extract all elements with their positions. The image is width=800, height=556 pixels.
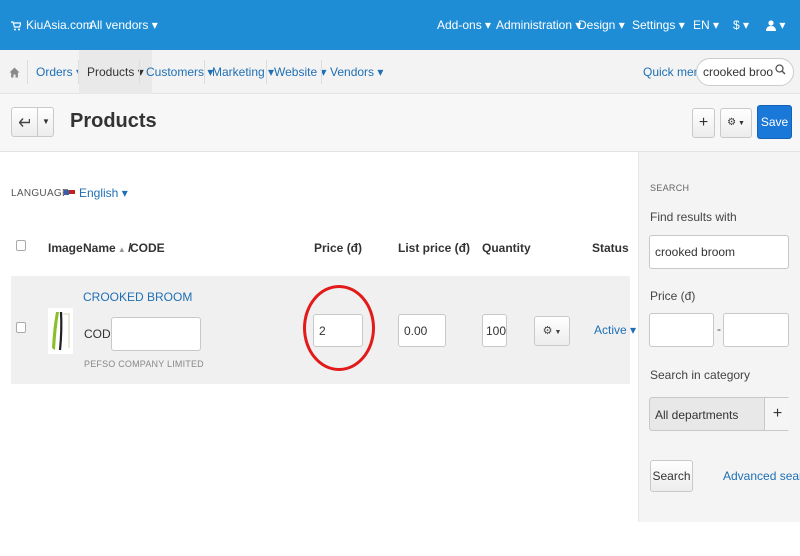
status-dropdown[interactable]: Active ▾ — [594, 323, 636, 337]
category-label: Search in category — [650, 368, 751, 382]
menu-addons[interactable]: Add-ons ▾ — [437, 0, 491, 50]
search-button[interactable]: Search — [650, 460, 693, 492]
category-value: All departments — [655, 408, 739, 422]
gear-icon: ⚙ — [727, 117, 737, 128]
col-list-price[interactable]: List price (đ) — [398, 241, 470, 255]
chevron-down-icon: ▼ — [736, 120, 745, 127]
back-arrow-icon — [18, 118, 31, 128]
col-quantity[interactable]: Quantity — [482, 241, 531, 255]
find-results-label: Find results with — [650, 210, 737, 224]
col-price[interactable]: Price (đ) — [314, 241, 362, 255]
product-thumbnail[interactable] — [48, 308, 73, 354]
cart-icon — [11, 0, 22, 50]
plus-icon: + — [698, 114, 709, 131]
page-title: Products — [70, 110, 157, 132]
col-image: Image — [48, 241, 83, 255]
price-from-input[interactable] — [649, 313, 714, 347]
nav-products[interactable]: Products ▾ — [79, 50, 152, 94]
nav-vendors[interactable]: Vendors ▾ — [330, 50, 383, 94]
price-range-separator: - — [717, 322, 721, 336]
language-label: LANGUAGE: — [11, 188, 73, 199]
advanced-search-link[interactable]: Advanced search — [723, 469, 800, 483]
language-selector[interactable]: English ▾ — [64, 186, 128, 200]
search-icon[interactable] — [775, 64, 786, 78]
back-button-group: ▼ — [11, 107, 54, 137]
nav-divider — [204, 60, 205, 84]
category-select[interactable]: All departments + — [649, 397, 790, 431]
quick-search — [696, 58, 794, 86]
row-actions-button[interactable]: ⚙ ▼ — [534, 316, 570, 346]
add-product-button[interactable]: + — [692, 108, 715, 138]
price-range-label: Price (đ) — [650, 289, 696, 303]
col-status[interactable]: Status — [592, 241, 629, 255]
row-checkbox[interactable] — [16, 322, 26, 333]
back-dropdown-caret[interactable]: ▼ — [38, 108, 54, 136]
user-menu-caret: ▾ — [779, 18, 786, 32]
vendor-name: PEFSO COMPANY LIMITED — [84, 359, 204, 369]
gear-icon: ⚙ — [542, 325, 553, 337]
menu-currency[interactable]: $ ▾ — [733, 0, 749, 50]
product-code-input[interactable] — [111, 317, 201, 351]
menu-design[interactable]: Design ▾ — [578, 0, 625, 50]
us-flag-icon — [64, 189, 75, 198]
sort-icon: ▲ — [115, 245, 129, 254]
settings-dropdown-button[interactable]: ⚙ ▼ — [720, 108, 752, 138]
col-name[interactable]: Name ▲ / — [83, 241, 131, 255]
plus-icon: + — [772, 405, 783, 422]
user-menu[interactable]: ▾ — [766, 0, 785, 50]
top-bar: KiuAsia.com All vendors ▾ Add-ons ▾ Admi… — [0, 0, 800, 50]
menu-administration[interactable]: Administration ▾ — [496, 0, 581, 50]
select-all-checkbox[interactable] — [16, 240, 26, 251]
chevron-down-icon: ▼ — [552, 329, 562, 336]
list-price-input[interactable] — [398, 314, 446, 347]
col-name-label: Name — [83, 241, 116, 255]
main-nav: Orders ▾ Products ▾ Customers ▾ Marketin… — [0, 50, 800, 94]
nav-marketing[interactable]: Marketing ▾ — [212, 50, 274, 94]
nav-divider — [27, 60, 28, 84]
nav-orders[interactable]: Orders ▾ — [36, 50, 82, 94]
add-category-button[interactable]: + — [764, 398, 790, 430]
price-to-input[interactable] — [723, 313, 789, 347]
highlight-circle — [303, 285, 375, 371]
product-name-link[interactable]: CROOKED BROOM — [83, 290, 192, 304]
nav-divider — [266, 60, 267, 84]
quick-search-input[interactable] — [703, 64, 773, 80]
col-code[interactable]: CODE — [130, 241, 165, 255]
language-value: English ▾ — [79, 186, 128, 200]
find-results-input[interactable] — [649, 235, 789, 269]
menu-settings[interactable]: Settings ▾ — [632, 0, 685, 50]
back-button[interactable] — [12, 108, 38, 136]
save-button[interactable]: Save — [757, 105, 792, 139]
nav-divider — [139, 60, 140, 84]
nav-website[interactable]: Website ▾ — [274, 50, 327, 94]
quantity-input[interactable] — [482, 314, 507, 347]
user-icon — [766, 20, 776, 32]
store-link[interactable]: KiuAsia.com — [26, 0, 93, 50]
vendor-selector[interactable]: All vendors ▾ — [89, 0, 158, 50]
sidebar-heading: SEARCH — [650, 183, 690, 193]
home-icon[interactable] — [9, 50, 20, 94]
nav-divider — [321, 60, 322, 84]
menu-language[interactable]: EN ▾ — [693, 0, 719, 50]
